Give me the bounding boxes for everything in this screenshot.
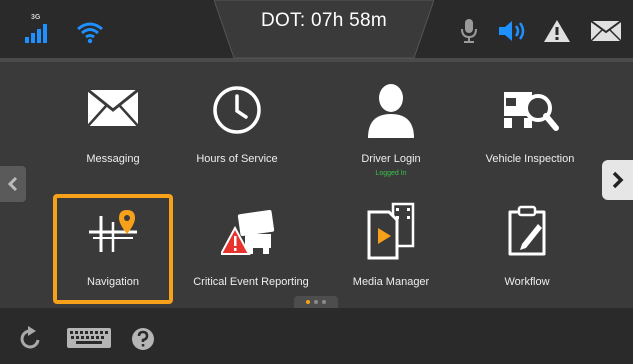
app-label: Navigation — [87, 276, 139, 288]
dot-time-remaining[interactable]: DOT: 07h 58m — [214, 10, 434, 32]
page-indicator[interactable] — [294, 296, 338, 308]
app-screen: DOT: 07h 58m 3G Messaging Hours of Servi… — [0, 0, 633, 364]
app-critical-event-reporting[interactable]: Critical Event Reporting — [181, 200, 321, 310]
chevron-right-icon — [612, 171, 623, 189]
previous-page-button[interactable] — [0, 166, 26, 202]
page-dot[interactable] — [322, 300, 326, 304]
next-page-button[interactable] — [602, 160, 633, 200]
page-dot[interactable] — [306, 300, 310, 304]
refresh-icon[interactable] — [20, 326, 42, 350]
truck-warning-icon — [221, 209, 275, 255]
microphone-icon[interactable] — [459, 18, 479, 44]
speaker-icon[interactable] — [497, 20, 527, 42]
chevron-left-icon — [7, 176, 18, 192]
truck-magnifier-icon — [504, 92, 559, 131]
app-label: Vehicle Inspection — [485, 153, 575, 165]
clipboard-pen-icon — [508, 205, 546, 256]
signal-icon — [25, 24, 47, 43]
keyboard-icon[interactable] — [66, 327, 112, 349]
warning-icon[interactable] — [543, 19, 571, 43]
app-workflow[interactable]: Workflow — [457, 200, 597, 310]
app-driver-login[interactable]: Driver Login Logged In — [321, 80, 461, 190]
app-vehicle-inspection[interactable]: Vehicle Inspection — [460, 80, 600, 190]
logged-in-status: Logged In — [375, 170, 407, 177]
envelope-icon — [87, 88, 139, 127]
clock-icon — [213, 86, 261, 134]
media-file-icon — [367, 202, 415, 260]
app-label: Workflow — [504, 276, 550, 288]
network-type-label: 3G — [31, 14, 41, 21]
wifi-icon[interactable] — [76, 20, 104, 44]
help-icon[interactable] — [131, 327, 155, 351]
page-dot[interactable] — [314, 300, 318, 304]
map-pin-icon — [89, 210, 137, 252]
mail-icon[interactable] — [590, 20, 622, 42]
app-label: Driver Login — [361, 153, 421, 165]
app-messaging[interactable]: Messaging — [43, 80, 183, 190]
user-icon — [368, 84, 414, 138]
app-hours-of-service[interactable]: Hours of Service — [167, 80, 307, 190]
app-label: Critical Event Reporting — [193, 276, 309, 288]
app-navigation[interactable]: Navigation — [43, 200, 183, 310]
app-media-manager[interactable]: Media Manager — [321, 200, 461, 310]
app-label: Hours of Service — [196, 153, 278, 165]
